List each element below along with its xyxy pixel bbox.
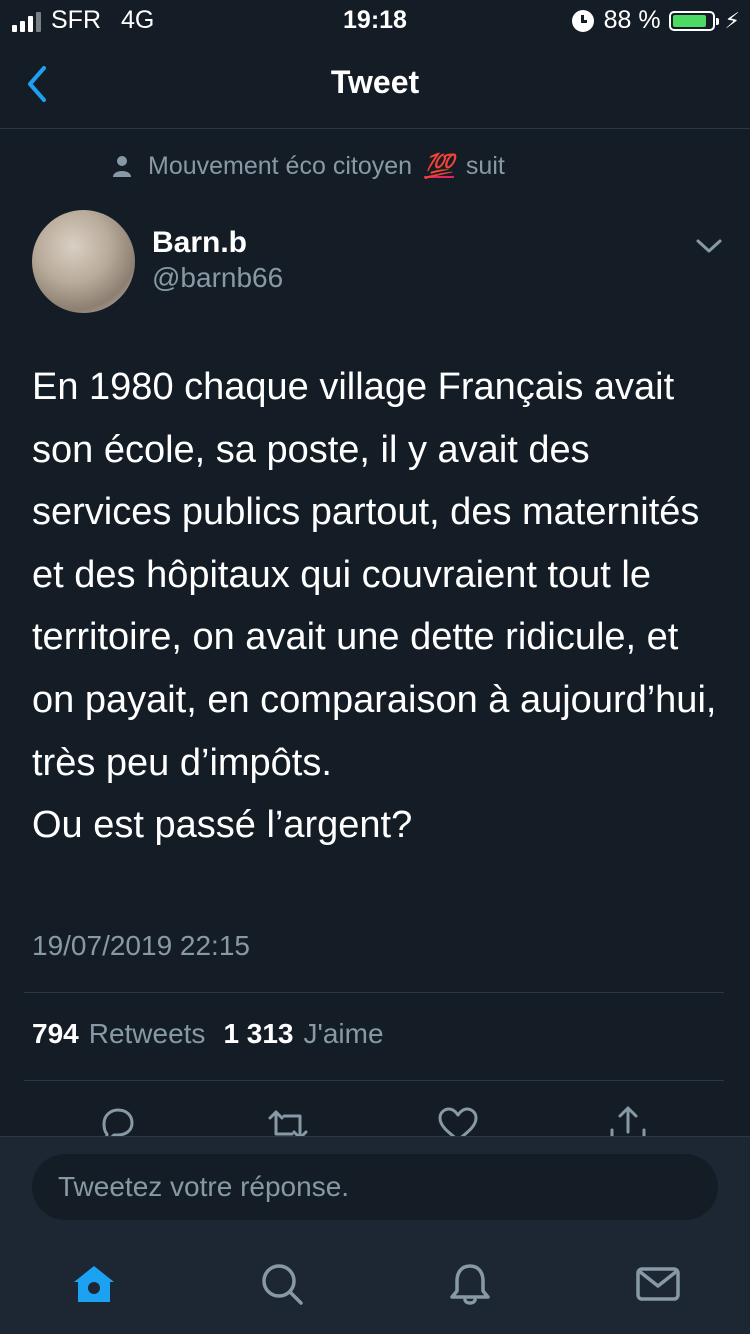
author-name[interactable]: Barn.b — [152, 226, 247, 260]
tab-messages[interactable] — [634, 1260, 682, 1308]
like-button[interactable] — [436, 1104, 480, 1136]
tweet-actions — [0, 1100, 750, 1136]
likes-count[interactable]: 1 313 — [223, 1018, 293, 1050]
notifications-icon — [450, 1264, 490, 1305]
reply-icon — [102, 1108, 134, 1136]
reply-bar: Tweetez votre réponse. — [0, 1136, 750, 1235]
tab-home[interactable] — [70, 1260, 118, 1308]
person-icon — [113, 155, 131, 177]
status-bar: SFR 4G 19:18 88 % ⚡ — [0, 0, 750, 40]
tab-notifications[interactable] — [446, 1260, 494, 1308]
more-options-button[interactable] — [694, 234, 724, 258]
page-title: Tweet — [330, 64, 420, 100]
share-icon — [610, 1106, 646, 1136]
social-context[interactable]: Mouvement éco citoyen 💯 suit — [112, 152, 505, 181]
tweet-detail-screen: SFR 4G 19:18 88 % ⚡ Tweet Mouvement éco … — [0, 0, 750, 1334]
tab-bar — [0, 1234, 750, 1334]
divider — [24, 992, 724, 993]
chevron-down-icon — [696, 239, 722, 253]
divider — [24, 1080, 724, 1081]
hundred-points-emoji: 💯 — [424, 153, 454, 180]
avatar[interactable] — [32, 210, 135, 313]
context-account-name: Mouvement éco citoyen — [148, 152, 413, 180]
tab-search[interactable] — [258, 1260, 306, 1308]
retweet-button[interactable] — [266, 1104, 310, 1136]
reply-input[interactable]: Tweetez votre réponse. — [32, 1154, 718, 1220]
charging-bolt-icon: ⚡ — [724, 7, 740, 33]
context-suffix: suit — [465, 152, 505, 180]
author-handle[interactable]: @barnb66 — [152, 262, 283, 294]
alarm-icon — [571, 9, 594, 32]
home-icon — [74, 1266, 114, 1302]
navigation-bar: Tweet — [0, 40, 750, 129]
like-icon — [438, 1107, 478, 1136]
likes-label[interactable]: J'aime — [304, 1018, 384, 1050]
tweet-text: En 1980 chaque village Français avait so… — [32, 366, 717, 847]
retweets-count[interactable]: 794 — [32, 1018, 79, 1050]
tweet-timestamp: 19/07/2019 22:15 — [32, 930, 250, 961]
search-icon — [262, 1264, 303, 1305]
reply-button[interactable] — [96, 1104, 140, 1136]
battery-fill — [672, 14, 706, 27]
share-button[interactable] — [606, 1104, 650, 1136]
retweet-icon — [268, 1110, 308, 1136]
retweets-label[interactable]: Retweets — [89, 1018, 206, 1050]
tweet-stats: 794 Retweets 1 313 J'aime — [32, 1018, 402, 1050]
battery-icon — [668, 10, 719, 31]
battery-percent: 88 % — [603, 6, 661, 34]
messages-icon — [636, 1267, 680, 1301]
